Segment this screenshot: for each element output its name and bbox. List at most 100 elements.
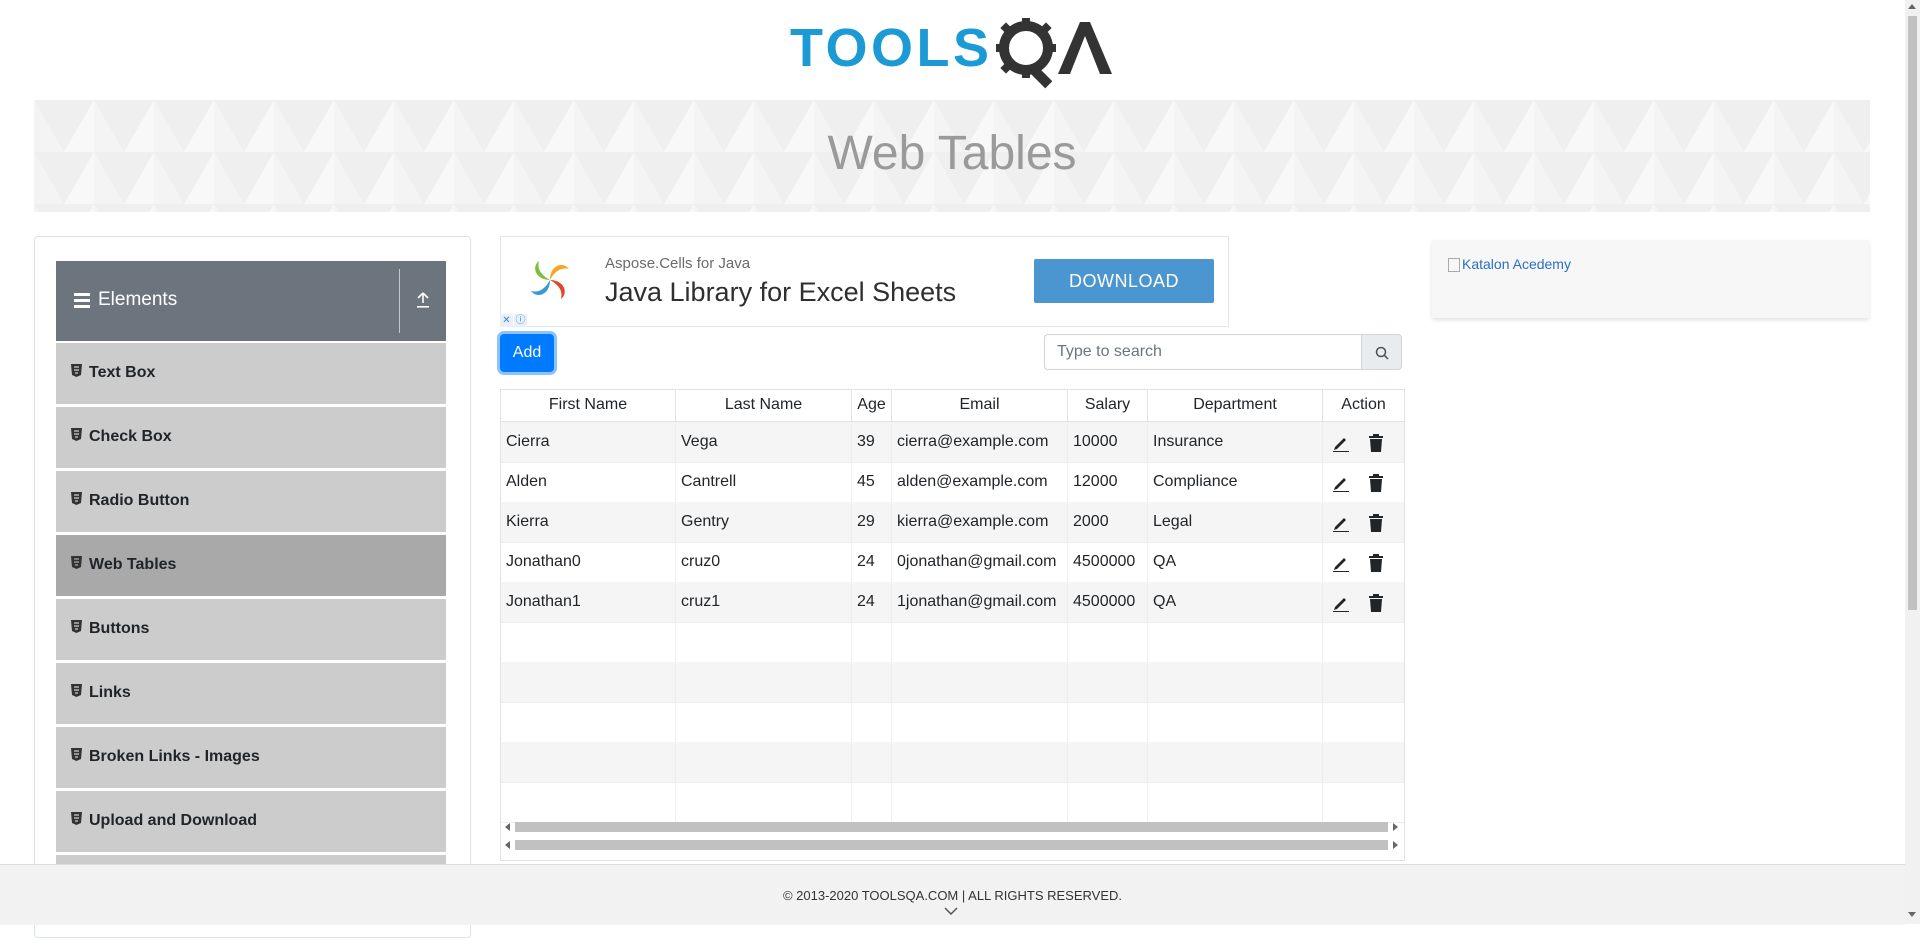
cell-department	[1148, 702, 1323, 742]
scroll-right-icon[interactable]	[1393, 823, 1398, 831]
sidebar-item-label: Upload and Download	[89, 812, 257, 829]
scrollbar-thumb[interactable]	[515, 822, 1388, 832]
svg-text:TOOLS: TOOLS	[790, 18, 990, 78]
column-header-first-name[interactable]: First Name	[501, 390, 676, 421]
table-row: Alden Cantrell 45 alden@example.com 12000 Com…	[501, 462, 1404, 503]
column-header-age[interactable]: Age	[852, 390, 892, 421]
column-header-last-name[interactable]: Last Name	[676, 390, 852, 421]
cell-first-name: Kierra	[501, 502, 676, 542]
edit-pencil-icon[interactable]	[1332, 434, 1350, 452]
cell-action	[1323, 702, 1404, 742]
scroll-left-icon[interactable]	[505, 841, 510, 849]
cell-salary	[1068, 782, 1148, 822]
cell-action	[1323, 782, 1404, 822]
cell-first-name	[501, 662, 676, 702]
cell-email: 1jonathan@gmail.com	[892, 582, 1068, 622]
cell-action	[1323, 662, 1404, 702]
sidebar-item-web-tables[interactable]: Web Tables	[56, 535, 446, 596]
sidebar-item-upload-download[interactable]: Upload and Download	[56, 791, 446, 852]
sidebar-item-check-box[interactable]: Check Box	[56, 407, 446, 468]
toolsqa-logo[interactable]: TOOLS	[790, 14, 1116, 92]
edit-pencil-icon[interactable]	[1332, 474, 1350, 492]
search-input[interactable]	[1044, 334, 1362, 370]
column-header-email[interactable]: Email	[892, 390, 1068, 421]
html5-icon	[71, 748, 82, 761]
cell-email	[892, 702, 1068, 742]
edit-pencil-icon[interactable]	[1332, 554, 1350, 572]
ad-info-icon[interactable]: ⓘ	[514, 314, 527, 327]
cell-salary	[1068, 662, 1148, 702]
cell-email: cierra@example.com	[892, 422, 1068, 462]
cell-action	[1323, 502, 1404, 542]
cell-first-name: Alden	[501, 462, 676, 502]
delete-trash-icon[interactable]	[1368, 554, 1384, 572]
html5-icon	[71, 556, 82, 569]
delete-trash-icon[interactable]	[1368, 474, 1384, 492]
sidebar-item-broken-links[interactable]: Broken Links - Images	[56, 727, 446, 788]
cell-action	[1323, 462, 1404, 502]
cell-age: 24	[852, 582, 892, 622]
table-scrollbar-inner[interactable]	[500, 820, 1403, 834]
table-header-row: First Name Last Name Age Email Salary De…	[501, 390, 1404, 422]
scroll-down-icon[interactable]	[1908, 912, 1916, 917]
scrollbar-thumb[interactable]	[515, 840, 1388, 850]
sidebar-item-radio-button[interactable]: Radio Button	[56, 471, 446, 532]
ad-banner[interactable]: Aspose.Cells for Java Java Library for E…	[500, 236, 1229, 327]
copyright-text: © 2013-2020 TOOLSQA.COM | ALL RIGHTS RES…	[782, 888, 1123, 903]
page-title: Web Tables	[827, 127, 1077, 180]
cell-email: alden@example.com	[892, 462, 1068, 502]
katalon-ad-alt-text[interactable]: Katalon Acedemy	[1462, 256, 1571, 272]
cell-salary: 4500000	[1068, 542, 1148, 582]
cell-email	[892, 782, 1068, 822]
search-button[interactable]	[1361, 334, 1402, 370]
ad-close-icon[interactable]: ✕	[500, 314, 513, 327]
ad-download-button[interactable]: DOWNLOAD	[1034, 259, 1214, 303]
search-box	[1044, 334, 1403, 372]
cell-first-name	[501, 622, 676, 662]
cell-last-name	[676, 662, 852, 702]
table-row: Jonathan0 cruz0 24 0jonathan@gmail.com 45000…	[501, 542, 1404, 583]
cell-action	[1323, 622, 1404, 662]
aspose-logo-icon	[531, 261, 569, 299]
delete-trash-icon[interactable]	[1368, 594, 1384, 612]
cell-salary	[1068, 742, 1148, 782]
cell-email	[892, 662, 1068, 702]
elements-group-header[interactable]: Elements	[56, 261, 446, 341]
cell-first-name: Jonathan1	[501, 582, 676, 622]
column-header-department[interactable]: Department	[1148, 390, 1323, 421]
sidebar-item-links[interactable]: Links	[56, 663, 446, 724]
edit-pencil-icon[interactable]	[1332, 594, 1350, 612]
right-ad[interactable]: Katalon Acedemy	[1432, 240, 1869, 318]
column-header-salary[interactable]: Salary	[1068, 390, 1148, 421]
edit-pencil-icon[interactable]	[1332, 514, 1350, 532]
scroll-up-icon[interactable]	[1908, 4, 1916, 9]
column-header-action[interactable]: Action	[1323, 390, 1404, 421]
page-scrollbar-thumb[interactable]	[1908, 16, 1917, 610]
elements-menu: Text Box Check Box Radio Button Web Tabl…	[56, 343, 446, 919]
page-scrollbar[interactable]	[1905, 0, 1920, 924]
cell-department: Insurance	[1148, 422, 1323, 462]
sidebar-item-label: Buttons	[89, 620, 150, 637]
add-button[interactable]: Add	[500, 334, 554, 372]
delete-trash-icon[interactable]	[1368, 434, 1384, 452]
footer: © 2013-2020 TOOLSQA.COM | ALL RIGHTS RES…	[0, 864, 1905, 925]
table-scrollbar-outer[interactable]	[500, 838, 1403, 852]
collapse-up-icon[interactable]	[416, 291, 430, 309]
cell-last-name: Vega	[676, 422, 852, 462]
empty-table-row	[501, 622, 1404, 663]
scroll-right-icon[interactable]	[1393, 841, 1398, 849]
katalon-ad-link[interactable]: Katalon Acedemy	[1448, 256, 1571, 273]
chevron-down-icon[interactable]	[944, 907, 958, 915]
scroll-left-icon[interactable]	[505, 823, 510, 831]
cell-department: QA	[1148, 542, 1323, 582]
sidebar-item-buttons[interactable]: Buttons	[56, 599, 446, 660]
sidebar-item-text-box[interactable]: Text Box	[56, 343, 446, 404]
ad-headline[interactable]: Java Library for Excel Sheets	[605, 277, 956, 308]
cell-salary: 10000	[1068, 422, 1148, 462]
empty-table-row	[501, 662, 1404, 703]
cell-department	[1148, 782, 1323, 822]
sidebar-item-label: Web Tables	[89, 556, 177, 573]
sidebar-item-label: Check Box	[89, 428, 172, 445]
delete-trash-icon[interactable]	[1368, 514, 1384, 532]
sidebar-item-label: Radio Button	[89, 492, 190, 509]
